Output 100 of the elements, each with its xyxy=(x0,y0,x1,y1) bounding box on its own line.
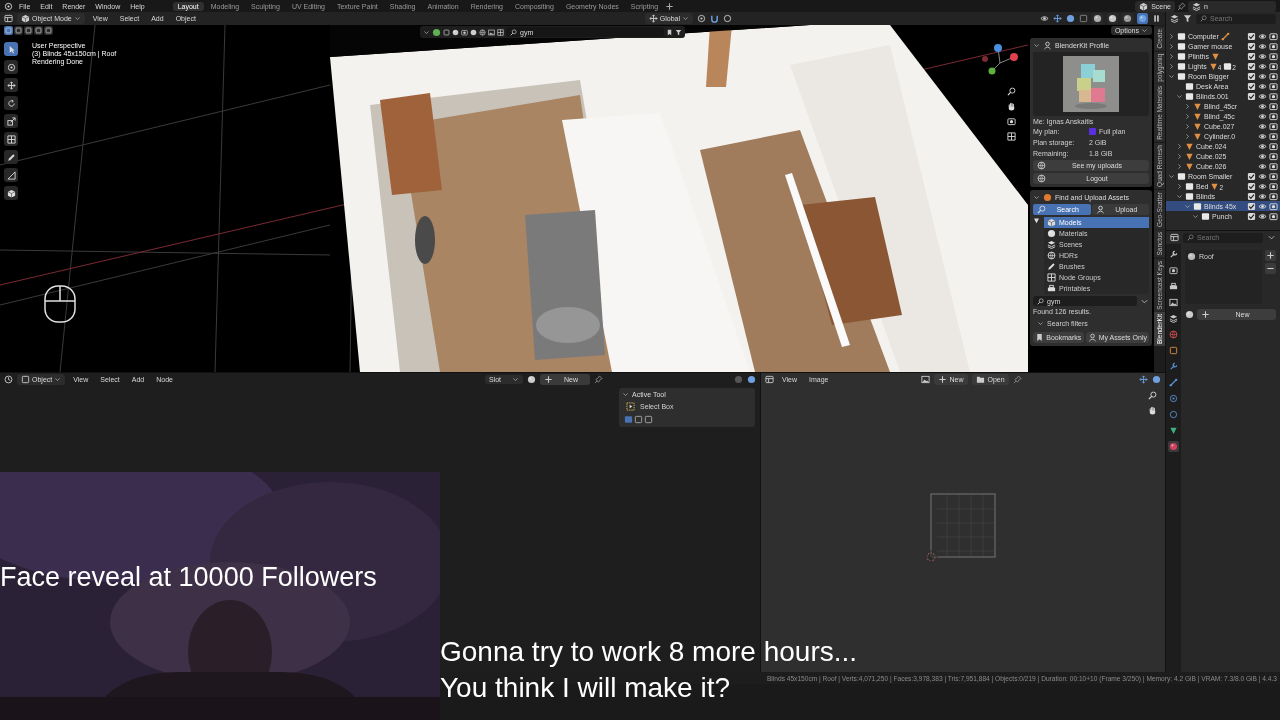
camera-icon[interactable] xyxy=(1269,131,1278,141)
editor-type-icon[interactable] xyxy=(4,14,13,23)
eye-icon[interactable] xyxy=(1258,111,1267,121)
eye-icon[interactable] xyxy=(1258,201,1267,211)
eye-icon[interactable] xyxy=(1258,51,1267,61)
properties-tab[interactable] xyxy=(1168,297,1179,308)
overlay-icon[interactable] xyxy=(1152,375,1161,384)
camera-icon[interactable] xyxy=(1269,141,1278,151)
eye-icon[interactable] xyxy=(1258,61,1267,71)
expand-arrow-icon[interactable] xyxy=(1033,217,1040,224)
visibility-checkbox[interactable] xyxy=(1247,41,1256,51)
eye-icon[interactable] xyxy=(1258,131,1267,141)
camera-icon[interactable] xyxy=(1269,201,1278,211)
visibility-checkbox[interactable] xyxy=(1247,91,1256,101)
camera-icon[interactable] xyxy=(1269,71,1278,81)
camera-icon[interactable] xyxy=(1269,181,1278,191)
remove-slot-button[interactable] xyxy=(1265,263,1276,274)
tool-button[interactable] xyxy=(4,132,18,146)
tool-button[interactable] xyxy=(4,114,18,128)
eye-icon[interactable] xyxy=(1258,81,1267,91)
visibility-checkbox[interactable] xyxy=(1247,181,1256,191)
eye-icon[interactable] xyxy=(1258,41,1267,51)
tool-button[interactable] xyxy=(4,42,18,56)
eye-icon[interactable] xyxy=(1258,211,1267,221)
camera-icon[interactable] xyxy=(1269,51,1278,61)
camera-icon[interactable] xyxy=(1269,41,1278,51)
eye-icon[interactable] xyxy=(1258,191,1267,201)
filter-icon[interactable] xyxy=(675,28,682,36)
proportional-icon[interactable] xyxy=(723,14,732,23)
camera-icon[interactable] xyxy=(1269,61,1278,71)
eye-icon[interactable] xyxy=(1258,161,1267,171)
chevron-down-icon[interactable] xyxy=(1033,194,1040,201)
object-type-icon[interactable] xyxy=(432,27,441,37)
tool-button[interactable] xyxy=(4,96,18,110)
visibility-checkbox[interactable] xyxy=(1247,61,1256,71)
filter-type-icon[interactable] xyxy=(488,28,495,36)
visibility-checkbox[interactable] xyxy=(1247,31,1256,41)
properties-tab[interactable] xyxy=(1168,425,1179,436)
camera-icon[interactable] xyxy=(1269,81,1278,91)
zoom-icon[interactable] xyxy=(1148,391,1157,400)
eye-icon[interactable] xyxy=(1258,31,1267,41)
eye-icon[interactable] xyxy=(1258,151,1267,161)
visibility-checkbox[interactable] xyxy=(1247,51,1256,61)
pin-icon[interactable] xyxy=(593,375,603,384)
visibility-checkbox[interactable] xyxy=(1247,191,1256,201)
pin-icon[interactable] xyxy=(1177,1,1186,11)
properties-tab[interactable] xyxy=(1168,361,1179,372)
properties-tab[interactable] xyxy=(1168,281,1179,292)
camera-icon[interactable] xyxy=(1269,151,1278,161)
filter-type-icon[interactable] xyxy=(479,28,486,36)
properties-tab[interactable] xyxy=(1168,441,1179,452)
properties-tab[interactable] xyxy=(1168,313,1179,324)
snap-magnet-icon[interactable] xyxy=(710,14,719,23)
tool-button[interactable] xyxy=(4,60,18,74)
editor-type-icon[interactable] xyxy=(765,375,774,384)
filter-type-icon[interactable] xyxy=(461,28,468,36)
chevron-down-icon[interactable] xyxy=(1037,320,1044,327)
shading-mode-button[interactable] xyxy=(1092,13,1103,24)
overlay-icon[interactable] xyxy=(1066,14,1075,23)
camera-icon[interactable] xyxy=(1269,211,1278,221)
image-browse-icon[interactable] xyxy=(920,375,930,384)
gizmo-icon[interactable] xyxy=(1139,375,1148,384)
zoom-icon[interactable] xyxy=(1007,87,1016,96)
eye-icon[interactable] xyxy=(1258,101,1267,111)
eye-icon[interactable] xyxy=(1258,181,1267,191)
shading-mode-button[interactable] xyxy=(1107,13,1118,24)
camera-icon[interactable] xyxy=(1269,91,1278,101)
eye-icon[interactable] xyxy=(1258,171,1267,181)
camera-icon[interactable] xyxy=(1007,117,1016,126)
chevron-down-icon[interactable] xyxy=(423,28,430,36)
editor-type-icon[interactable] xyxy=(1170,233,1179,242)
filter-type-icon[interactable] xyxy=(497,28,504,36)
camera-icon[interactable] xyxy=(1269,171,1278,181)
eye-icon[interactable] xyxy=(1258,121,1267,131)
eye-icon[interactable] xyxy=(1258,91,1267,101)
chevron-down-icon[interactable] xyxy=(1033,42,1040,49)
camera-icon[interactable] xyxy=(1269,31,1278,41)
pivot-icon[interactable] xyxy=(697,14,706,23)
chevron-down-icon[interactable] xyxy=(622,391,629,398)
camera-icon[interactable] xyxy=(1269,101,1278,111)
eye-icon[interactable] xyxy=(1258,71,1267,81)
tool-button[interactable] xyxy=(4,168,18,182)
shading-mode-button[interactable] xyxy=(1122,13,1133,24)
camera-icon[interactable] xyxy=(1269,121,1278,131)
hand-icon[interactable] xyxy=(1148,406,1157,415)
camera-icon[interactable] xyxy=(1269,161,1278,171)
camera-icon[interactable] xyxy=(1269,191,1278,201)
tool-button[interactable] xyxy=(4,78,18,92)
camera-icon[interactable] xyxy=(1269,111,1278,121)
material-browse-icon[interactable] xyxy=(526,375,536,384)
editor-type-icon[interactable] xyxy=(4,375,13,384)
visibility-checkbox[interactable] xyxy=(1247,71,1256,81)
bookmark-icon[interactable] xyxy=(666,28,673,36)
visibility-checkbox[interactable] xyxy=(1247,201,1256,211)
visibility-checkbox[interactable] xyxy=(1247,171,1256,181)
tool-button[interactable] xyxy=(4,186,18,200)
properties-tab[interactable] xyxy=(1168,265,1179,276)
properties-tab[interactable] xyxy=(1168,249,1179,260)
properties-tab[interactable] xyxy=(1168,377,1179,388)
tool-button[interactable] xyxy=(4,150,18,164)
